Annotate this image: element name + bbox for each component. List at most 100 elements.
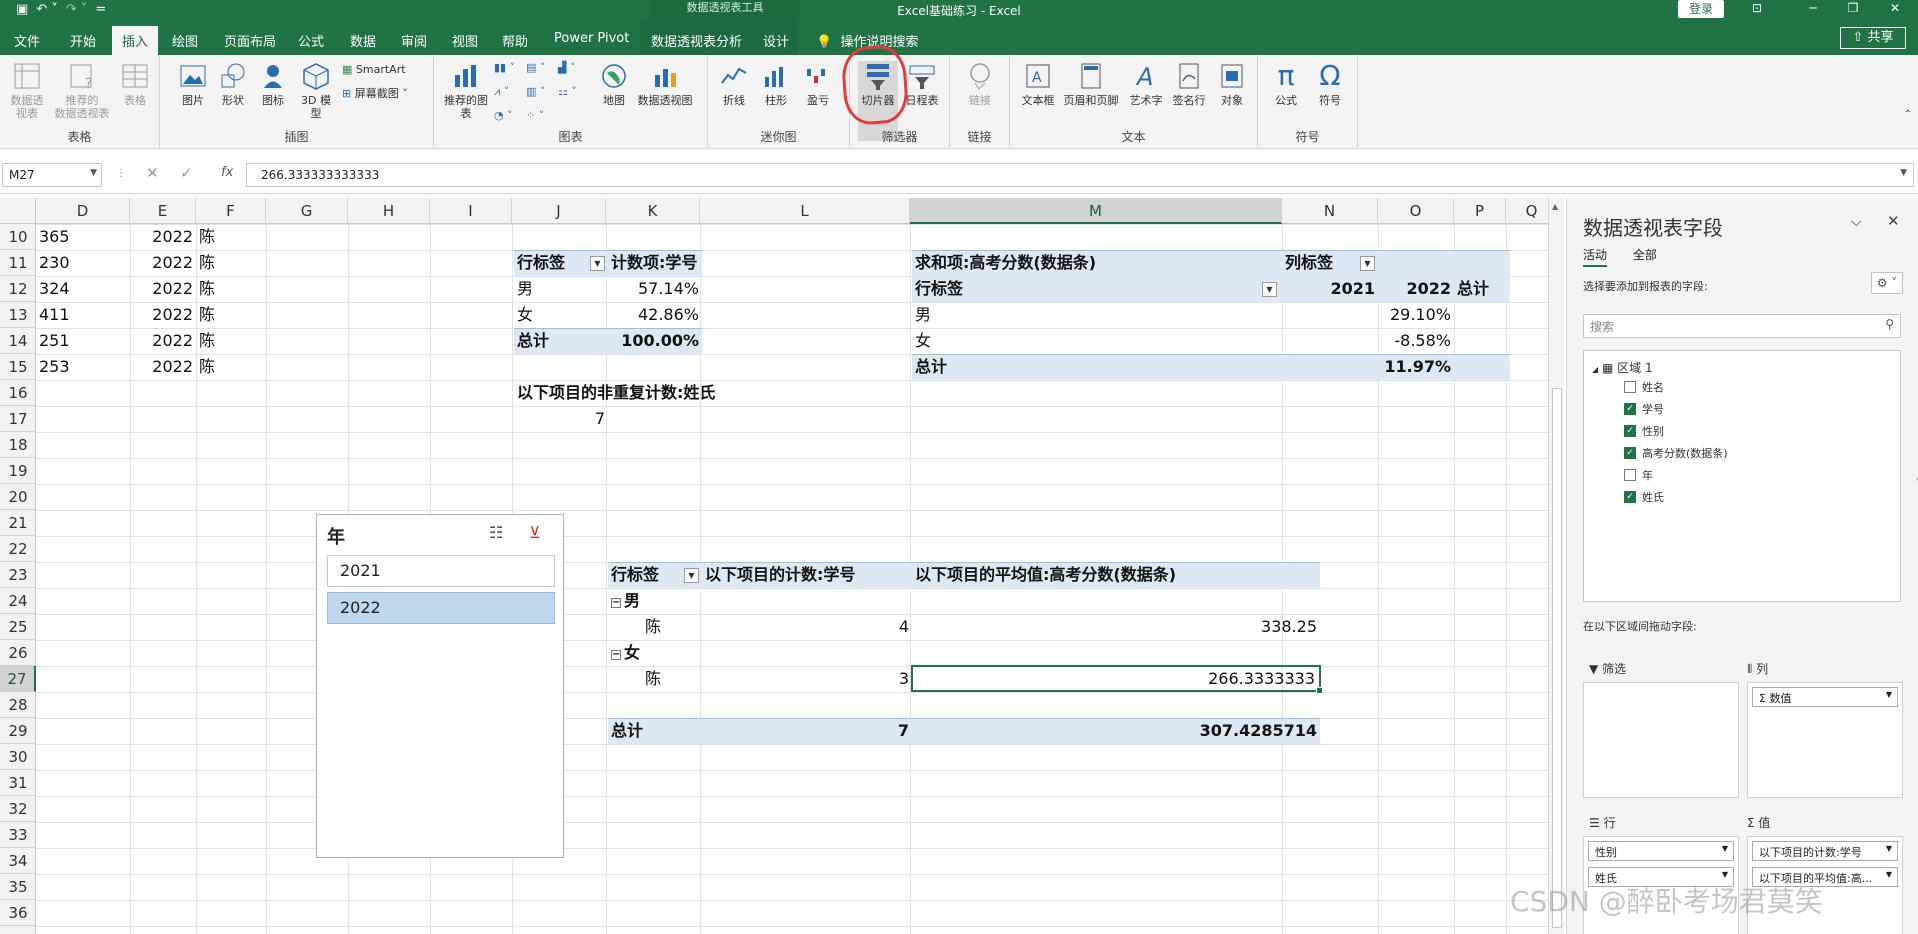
cell-f11[interactable]: 陈 [196, 250, 266, 276]
row-header-26[interactable]: 26 [0, 640, 36, 666]
insert-function-icon[interactable]: fx [221, 165, 233, 180]
pivot1-filter-dropdown-icon[interactable]: ▼ [590, 256, 605, 271]
vertical-scrollbar[interactable]: ▲ [1548, 198, 1564, 934]
row-header-14[interactable]: 14 [0, 328, 36, 354]
column-header-n[interactable]: N [1282, 198, 1378, 224]
row-header-33[interactable]: 33 [0, 822, 36, 848]
column-header-p[interactable]: P [1454, 198, 1506, 224]
field-item[interactable]: 年 [1624, 467, 1653, 483]
field-checkbox[interactable]: ✓ [1624, 491, 1636, 503]
cell-d13[interactable]: 411 [36, 302, 130, 328]
row-header-15[interactable]: 15 [0, 354, 36, 380]
row-header-16[interactable]: 16 [0, 380, 36, 406]
row-header-17[interactable]: 17 [0, 406, 36, 432]
row-header-34[interactable]: 34 [0, 848, 36, 874]
smartart-button[interactable]: ▦ SmartArt [342, 63, 406, 76]
minimize-icon[interactable]: ─ [1798, 0, 1828, 19]
cell-d15[interactable]: 253 [36, 354, 130, 380]
row-header-27[interactable]: 27 [0, 666, 36, 692]
cell-e15[interactable]: 2022 [130, 354, 196, 380]
cell-f10[interactable]: 陈 [196, 224, 266, 250]
tab-active-fields[interactable]: 活动 [1583, 246, 1608, 267]
multi-select-icon[interactable]: ☷ [489, 523, 503, 542]
tab-all-fields[interactable]: 全部 [1633, 246, 1657, 263]
column-header-d[interactable]: D [36, 198, 130, 224]
cell-e12[interactable]: 2022 [130, 276, 196, 302]
combo-chart-button[interactable]: ⚏ ˅ [558, 85, 577, 98]
sparkline-line-button[interactable]: 折线 [716, 61, 752, 107]
cell-f13[interactable]: 陈 [196, 302, 266, 328]
columns-chip-values[interactable]: Σ 数值 ▼ [1752, 687, 1898, 707]
tab-insert[interactable]: 插入 [112, 26, 159, 55]
cell-d10[interactable]: 365 [36, 224, 130, 250]
slicer-item-2021[interactable]: 2021 [327, 555, 555, 587]
3d-model-button[interactable]: 3D 模型 [296, 61, 336, 120]
pivot-chart-button[interactable]: 数据透视图 [634, 61, 696, 107]
share-button[interactable]: ⇧ 共享 [1840, 27, 1906, 49]
equation-button[interactable]: π 公式 [1266, 61, 1306, 108]
row-header-10[interactable]: 10 [0, 224, 36, 250]
pivot2-row-filter-icon[interactable]: ▼ [1262, 282, 1277, 297]
statistic-chart-button[interactable]: ▥ ˅ [526, 85, 545, 98]
close-icon[interactable]: ✕ [1887, 212, 1900, 230]
picture-button[interactable]: 图片 [176, 61, 210, 107]
collapse-icon[interactable]: − [611, 598, 621, 608]
cell-d14[interactable]: 251 [36, 328, 130, 354]
wordart-button[interactable]: A 艺术字 [1126, 61, 1166, 107]
tab-file[interactable]: 文件 [14, 31, 40, 50]
tab-draw[interactable]: 绘图 [172, 31, 198, 50]
tab-data[interactable]: 数据 [350, 31, 376, 50]
column-header-f[interactable]: F [196, 198, 266, 224]
column-header-j[interactable]: J [512, 198, 606, 224]
cell-f15[interactable]: 陈 [196, 354, 266, 380]
row-header-18[interactable]: 18 [0, 432, 36, 458]
clear-filter-icon[interactable]: ⊻ [529, 523, 541, 542]
recommended-charts-button[interactable]: 推荐的图表 [444, 61, 488, 120]
row-header-11[interactable]: 11 [0, 250, 36, 276]
collapse-ribbon-icon[interactable]: ⌃ [1904, 109, 1912, 120]
chevron-down-icon[interactable]: ▼ [1722, 844, 1728, 853]
close-icon[interactable]: ✕ [1880, 0, 1910, 19]
signature-line-button[interactable]: 签名行 [1168, 61, 1210, 107]
field-area-header[interactable]: ◢ ▦ 区域 1 [1592, 359, 1653, 376]
row-header-31[interactable]: 31 [0, 770, 36, 796]
field-search-input[interactable]: 搜索 ⚲ [1583, 314, 1901, 338]
column-header-g[interactable]: G [266, 198, 348, 224]
hierarchy-chart-button[interactable]: ▤ ˅ [526, 61, 545, 74]
pivot3-filter-dropdown-icon[interactable]: ▼ [684, 568, 699, 583]
column-header-q[interactable]: Q [1506, 198, 1548, 224]
sparkline-winloss-button[interactable]: 盈亏 [800, 61, 836, 107]
chevron-down-icon[interactable]: ⌵ [1851, 214, 1862, 230]
tab-power-pivot[interactable]: Power Pivot [554, 31, 629, 46]
row-header-29[interactable]: 29 [0, 718, 36, 744]
column-header-k[interactable]: K [606, 198, 700, 224]
cancel-icon[interactable]: ✕ [146, 164, 159, 182]
tab-view[interactable]: 视图 [452, 31, 478, 50]
screenshot-button[interactable]: ⊞ 屏幕截图 ˅ [342, 85, 408, 101]
row-header-12[interactable]: 12 [0, 276, 36, 302]
chevron-down-icon[interactable]: ▼ [1886, 690, 1892, 699]
header-footer-button[interactable]: 页眉和页脚 [1060, 61, 1122, 107]
tab-help[interactable]: 帮助 [502, 31, 528, 50]
row-header-13[interactable]: 13 [0, 302, 36, 328]
cell-e10[interactable]: 2022 [130, 224, 196, 250]
pie-chart-button[interactable]: ◔ ˅ [494, 109, 513, 122]
login-button[interactable]: 登录 [1678, 0, 1724, 18]
pivot-table-button[interactable]: 数据透视表 [6, 61, 48, 120]
object-button[interactable]: 对象 [1214, 61, 1250, 107]
row-header-25[interactable]: 25 [0, 614, 36, 640]
symbol-button[interactable]: Ω 符号 [1310, 61, 1350, 108]
pivot3-group-male[interactable]: − 男 [608, 588, 643, 614]
cell-d12[interactable]: 324 [36, 276, 130, 302]
row-header-30[interactable]: 30 [0, 744, 36, 770]
link-button[interactable]: 链接 [962, 61, 998, 107]
scatter-chart-button[interactable]: ⁘ ˅ [526, 109, 544, 122]
row-header-20[interactable]: 20 [0, 484, 36, 510]
row-header-19[interactable]: 19 [0, 458, 36, 484]
shapes-button[interactable]: 形状 [216, 61, 250, 107]
tab-formulas[interactable]: 公式 [298, 31, 324, 50]
cells-area[interactable]: 365 2022 陈 230 2022 陈 324 2022 陈 411 2022 陈 251 2022 陈… [36, 224, 1548, 934]
field-checkbox[interactable] [1624, 469, 1636, 481]
rows-chip-gender[interactable]: 性别 ▼ [1588, 841, 1734, 861]
field-item[interactable]: ✓ 姓氏 [1624, 489, 1664, 505]
